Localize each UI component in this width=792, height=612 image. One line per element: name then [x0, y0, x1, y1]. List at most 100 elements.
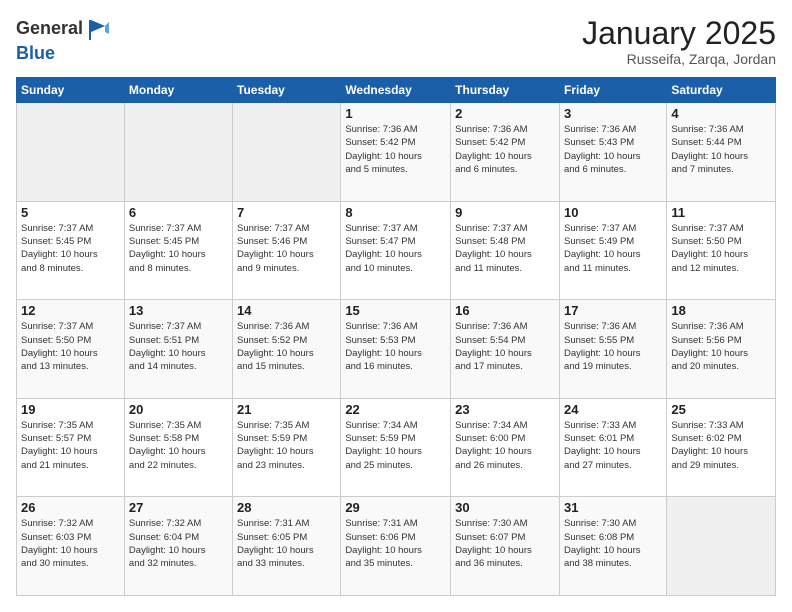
calendar-cell: 15 Sunrise: 7:36 AMSunset: 5:53 PMDayligh…: [341, 300, 451, 399]
day-info: Sunrise: 7:34 AMSunset: 6:00 PMDaylight:…: [455, 419, 555, 472]
calendar-cell: [233, 103, 341, 202]
day-number: 13: [129, 303, 228, 318]
header-wednesday: Wednesday: [341, 78, 451, 103]
day-number: 18: [671, 303, 771, 318]
weekday-header-row: Sunday Monday Tuesday Wednesday Thursday…: [17, 78, 776, 103]
calendar-cell: 12 Sunrise: 7:37 AMSunset: 5:50 PMDayligh…: [17, 300, 125, 399]
calendar-cell: 5 Sunrise: 7:37 AMSunset: 5:45 PMDaylight…: [17, 201, 125, 300]
header-thursday: Thursday: [451, 78, 560, 103]
calendar-cell: 25 Sunrise: 7:33 AMSunset: 6:02 PMDayligh…: [667, 398, 776, 497]
calendar-cell: [667, 497, 776, 596]
day-info: Sunrise: 7:37 AMSunset: 5:45 PMDaylight:…: [21, 222, 120, 275]
calendar-week-1: 5 Sunrise: 7:37 AMSunset: 5:45 PMDaylight…: [17, 201, 776, 300]
day-number: 14: [237, 303, 336, 318]
day-number: 1: [345, 106, 446, 121]
calendar-table: Sunday Monday Tuesday Wednesday Thursday…: [16, 77, 776, 596]
day-number: 12: [21, 303, 120, 318]
calendar-cell: 28 Sunrise: 7:31 AMSunset: 6:05 PMDayligh…: [233, 497, 341, 596]
logo-flag-icon: [85, 16, 113, 44]
calendar-cell: [124, 103, 232, 202]
day-info: Sunrise: 7:36 AMSunset: 5:56 PMDaylight:…: [671, 320, 771, 373]
day-info: Sunrise: 7:32 AMSunset: 6:04 PMDaylight:…: [129, 517, 228, 570]
calendar-cell: [17, 103, 125, 202]
calendar-cell: 9Sunrise: 7:37 AMSunset: 5:48 PMDaylight…: [451, 201, 560, 300]
day-info: Sunrise: 7:36 AMSunset: 5:42 PMDaylight:…: [455, 123, 555, 176]
day-info: Sunrise: 7:36 AMSunset: 5:43 PMDaylight:…: [564, 123, 662, 176]
logo-general: General: [16, 18, 83, 38]
day-info: Sunrise: 7:36 AMSunset: 5:42 PMDaylight:…: [345, 123, 446, 176]
calendar-cell: 22Sunrise: 7:34 AMSunset: 5:59 PMDayligh…: [341, 398, 451, 497]
day-info: Sunrise: 7:33 AMSunset: 6:02 PMDaylight:…: [671, 419, 771, 472]
day-info: Sunrise: 7:37 AMSunset: 5:50 PMDaylight:…: [21, 320, 120, 373]
calendar-week-3: 19Sunrise: 7:35 AMSunset: 5:57 PMDayligh…: [17, 398, 776, 497]
calendar-cell: 4 Sunrise: 7:36 AMSunset: 5:44 PMDaylight…: [667, 103, 776, 202]
day-number: 10: [564, 205, 662, 220]
day-info: Sunrise: 7:36 AMSunset: 5:52 PMDaylight:…: [237, 320, 336, 373]
day-info: Sunrise: 7:37 AMSunset: 5:50 PMDaylight:…: [671, 222, 771, 275]
logo-text: General Blue: [16, 16, 113, 64]
location-subtitle: Russeifa, Zarqa, Jordan: [582, 51, 776, 67]
day-number: 27: [129, 500, 228, 515]
day-info: Sunrise: 7:30 AMSunset: 6:07 PMDaylight:…: [455, 517, 555, 570]
day-number: 29: [345, 500, 446, 515]
logo: General Blue: [16, 16, 113, 64]
day-number: 24: [564, 402, 662, 417]
day-info: Sunrise: 7:31 AMSunset: 6:06 PMDaylight:…: [345, 517, 446, 570]
calendar-cell: 18 Sunrise: 7:36 AMSunset: 5:56 PMDayligh…: [667, 300, 776, 399]
header: General Blue January 2025 Russeifa, Zarq…: [16, 16, 776, 67]
calendar-cell: 14 Sunrise: 7:36 AMSunset: 5:52 PMDayligh…: [233, 300, 341, 399]
calendar-week-0: 1 Sunrise: 7:36 AMSunset: 5:42 PMDaylight…: [17, 103, 776, 202]
day-number: 17: [564, 303, 662, 318]
day-number: 28: [237, 500, 336, 515]
calendar-cell: 13 Sunrise: 7:37 AMSunset: 5:51 PMDayligh…: [124, 300, 232, 399]
day-number: 21: [237, 402, 336, 417]
day-number: 26: [21, 500, 120, 515]
day-number: 16: [455, 303, 555, 318]
day-info: Sunrise: 7:37 AMSunset: 5:49 PMDaylight:…: [564, 222, 662, 275]
day-info: Sunrise: 7:30 AMSunset: 6:08 PMDaylight:…: [564, 517, 662, 570]
day-number: 25: [671, 402, 771, 417]
logo-blue: Blue: [16, 43, 55, 63]
day-info: Sunrise: 7:32 AMSunset: 6:03 PMDaylight:…: [21, 517, 120, 570]
day-number: 9: [455, 205, 555, 220]
day-info: Sunrise: 7:35 AMSunset: 5:58 PMDaylight:…: [129, 419, 228, 472]
calendar-cell: 7 Sunrise: 7:37 AMSunset: 5:46 PMDaylight…: [233, 201, 341, 300]
day-info: Sunrise: 7:37 AMSunset: 5:51 PMDaylight:…: [129, 320, 228, 373]
calendar-cell: 3 Sunrise: 7:36 AMSunset: 5:43 PMDaylight…: [559, 103, 666, 202]
day-number: 31: [564, 500, 662, 515]
header-tuesday: Tuesday: [233, 78, 341, 103]
page: General Blue January 2025 Russeifa, Zarq…: [0, 0, 792, 612]
day-info: Sunrise: 7:37 AMSunset: 5:45 PMDaylight:…: [129, 222, 228, 275]
day-number: 30: [455, 500, 555, 515]
calendar-cell: 8Sunrise: 7:37 AMSunset: 5:47 PMDaylight…: [341, 201, 451, 300]
day-info: Sunrise: 7:37 AMSunset: 5:46 PMDaylight:…: [237, 222, 336, 275]
day-info: Sunrise: 7:36 AMSunset: 5:55 PMDaylight:…: [564, 320, 662, 373]
day-info: Sunrise: 7:36 AMSunset: 5:44 PMDaylight:…: [671, 123, 771, 176]
day-number: 15: [345, 303, 446, 318]
header-saturday: Saturday: [667, 78, 776, 103]
day-info: Sunrise: 7:36 AMSunset: 5:53 PMDaylight:…: [345, 320, 446, 373]
calendar-cell: 27 Sunrise: 7:32 AMSunset: 6:04 PMDayligh…: [124, 497, 232, 596]
day-info: Sunrise: 7:31 AMSunset: 6:05 PMDaylight:…: [237, 517, 336, 570]
calendar-cell: 23 Sunrise: 7:34 AMSunset: 6:00 PMDayligh…: [451, 398, 560, 497]
day-number: 7: [237, 205, 336, 220]
month-title: January 2025: [582, 16, 776, 51]
calendar-cell: 11 Sunrise: 7:37 AMSunset: 5:50 PMDayligh…: [667, 201, 776, 300]
day-info: Sunrise: 7:33 AMSunset: 6:01 PMDaylight:…: [564, 419, 662, 472]
calendar-cell: 31 Sunrise: 7:30 AMSunset: 6:08 PMDayligh…: [559, 497, 666, 596]
day-number: 5: [21, 205, 120, 220]
calendar-cell: 29 Sunrise: 7:31 AMSunset: 6:06 PMDayligh…: [341, 497, 451, 596]
day-info: Sunrise: 7:37 AMSunset: 5:47 PMDaylight:…: [345, 222, 446, 275]
calendar-cell: 1 Sunrise: 7:36 AMSunset: 5:42 PMDaylight…: [341, 103, 451, 202]
day-info: Sunrise: 7:36 AMSunset: 5:54 PMDaylight:…: [455, 320, 555, 373]
calendar-cell: 21Sunrise: 7:35 AMSunset: 5:59 PMDayligh…: [233, 398, 341, 497]
calendar-cell: 30 Sunrise: 7:30 AMSunset: 6:07 PMDayligh…: [451, 497, 560, 596]
day-info: Sunrise: 7:34 AMSunset: 5:59 PMDaylight:…: [345, 419, 446, 472]
day-number: 11: [671, 205, 771, 220]
calendar-week-2: 12 Sunrise: 7:37 AMSunset: 5:50 PMDayligh…: [17, 300, 776, 399]
day-number: 4: [671, 106, 771, 121]
day-number: 3: [564, 106, 662, 121]
day-number: 23: [455, 402, 555, 417]
calendar-cell: 19Sunrise: 7:35 AMSunset: 5:57 PMDayligh…: [17, 398, 125, 497]
day-info: Sunrise: 7:35 AMSunset: 5:57 PMDaylight:…: [21, 419, 120, 472]
